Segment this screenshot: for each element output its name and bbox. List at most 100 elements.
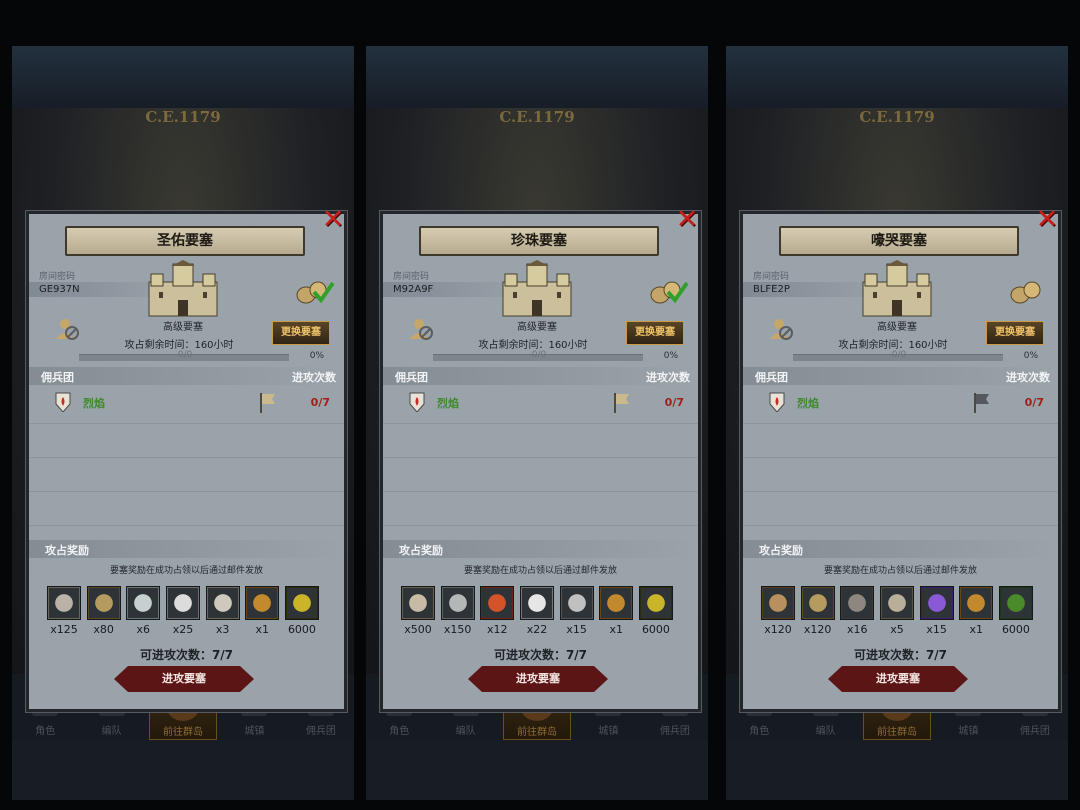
mercenary-attack-count: 0/7 bbox=[664, 396, 684, 409]
horn-icon bbox=[879, 586, 914, 620]
era-label: C.E.1179 bbox=[145, 108, 221, 126]
reward-item[interactable]: x1 bbox=[959, 586, 994, 636]
pearl-icon bbox=[519, 586, 554, 620]
reward-item[interactable]: x80 bbox=[86, 586, 121, 636]
reward-item[interactable]: x1 bbox=[245, 586, 280, 636]
reward-item[interactable]: x15 bbox=[559, 586, 594, 636]
reward-quantity: x500 bbox=[404, 623, 432, 636]
bottom-margin bbox=[726, 740, 1068, 800]
reward-item[interactable]: x25 bbox=[165, 586, 200, 636]
nav-label: 佣兵团 bbox=[1019, 726, 1050, 737]
loot-bags-icon bbox=[650, 281, 688, 304]
castle-icon bbox=[148, 260, 218, 317]
bottom-margin bbox=[366, 740, 708, 800]
reward-item[interactable]: 6000 bbox=[638, 586, 673, 636]
reward-item[interactable]: x12 bbox=[480, 586, 515, 636]
nav-label: 编队 bbox=[455, 726, 476, 737]
reward-quantity: x3 bbox=[215, 623, 230, 636]
no-occupant-icon bbox=[56, 319, 79, 340]
row-divider bbox=[743, 457, 1058, 458]
reward-quantity: x5 bbox=[890, 623, 904, 636]
attempts-remaining: 可进攻次数：7/7 bbox=[853, 648, 948, 662]
reward-quantity: 6000 bbox=[641, 623, 670, 636]
reward-item[interactable]: 6000 bbox=[284, 586, 319, 636]
progress-percent: 0% bbox=[309, 351, 324, 361]
time-remaining: 攻占剩余时间：160小时 bbox=[838, 340, 948, 351]
reward-note: 要塞奖励在成功占领以后通过邮件发放 bbox=[109, 566, 263, 576]
nav-label: 城镇 bbox=[958, 726, 979, 737]
attack-fortress-button[interactable]: 进攻要塞 bbox=[468, 666, 608, 692]
reward-label: 攻占奖励 bbox=[759, 544, 803, 557]
reward-item[interactable]: x16 bbox=[840, 586, 875, 636]
wings-icon bbox=[559, 586, 594, 620]
flame-shield-icon bbox=[769, 392, 785, 412]
purple-gem-icon bbox=[919, 586, 954, 620]
gold-coin-icon bbox=[959, 586, 994, 620]
change-fortress-button[interactable]: 更换要塞 bbox=[272, 321, 330, 345]
castle-icon bbox=[862, 260, 932, 317]
reward-item[interactable]: x15 bbox=[919, 586, 954, 636]
reward-item[interactable]: 6000 bbox=[998, 586, 1033, 636]
reward-item[interactable]: x500 bbox=[401, 586, 435, 636]
reward-item[interactable]: x125 bbox=[47, 586, 81, 636]
reward-label: 攻占奖励 bbox=[399, 544, 443, 557]
attacks-label: 进攻次数 bbox=[292, 371, 336, 384]
phone-screen: C.E.1179 角色 编队 前往群岛 城镇 佣兵团 ✕ 珍珠要塞 房间密码 M… bbox=[366, 46, 708, 800]
row-divider bbox=[29, 457, 344, 458]
row-divider bbox=[29, 491, 344, 492]
pearls-icon bbox=[165, 586, 200, 620]
mercenary-name: 烈焰 bbox=[83, 397, 105, 410]
reward-item[interactable]: x5 bbox=[879, 586, 914, 636]
progress-percent: 0% bbox=[663, 351, 678, 361]
flag-icon bbox=[260, 393, 275, 413]
nav-label: 城镇 bbox=[244, 726, 265, 737]
close-icon[interactable]: ✕ bbox=[320, 206, 346, 234]
no-occupant-icon bbox=[770, 319, 793, 340]
nav-label: 角色 bbox=[749, 726, 770, 737]
reward-item[interactable]: x120 bbox=[800, 586, 835, 636]
reward-quantity: x80 bbox=[93, 623, 114, 636]
shell-pile-icon bbox=[47, 586, 81, 620]
reward-list: x120 x120 x16 x5 x15 x1 6000 bbox=[761, 586, 1033, 636]
flame-shield-icon bbox=[55, 392, 71, 412]
nav-label: 编队 bbox=[815, 726, 836, 737]
roe-icon bbox=[480, 586, 515, 620]
attack-fortress-button[interactable]: 进攻要塞 bbox=[114, 666, 254, 692]
reward-quantity: x22 bbox=[526, 623, 548, 636]
reward-item[interactable]: x6 bbox=[126, 586, 161, 636]
close-icon[interactable]: ✕ bbox=[674, 206, 700, 234]
reward-item[interactable]: x150 bbox=[440, 586, 475, 636]
flame-shield-icon bbox=[409, 392, 425, 412]
reward-item[interactable]: x120 bbox=[761, 586, 795, 636]
ore-pile-icon bbox=[205, 586, 240, 620]
reward-item[interactable]: x1 bbox=[599, 586, 634, 636]
change-fortress-button[interactable]: 更换要塞 bbox=[986, 321, 1044, 345]
nav-label: 角色 bbox=[35, 726, 56, 737]
nav-label: 城镇 bbox=[598, 726, 619, 737]
mercenary-name: 烈焰 bbox=[437, 397, 459, 410]
reward-quantity: x150 bbox=[443, 623, 472, 636]
reward-quantity: x25 bbox=[172, 623, 194, 636]
nav-label: 佣兵团 bbox=[659, 726, 690, 737]
reward-item[interactable]: x22 bbox=[519, 586, 554, 636]
progress-count: 0/0 bbox=[177, 350, 193, 360]
goblet-icon bbox=[800, 586, 835, 620]
reward-item[interactable]: x3 bbox=[205, 586, 240, 636]
reward-quantity: x15 bbox=[926, 623, 947, 636]
fortress-title: 嚎哭要塞 bbox=[779, 226, 1019, 256]
flag-icon bbox=[974, 393, 989, 413]
sand-pile-icon bbox=[401, 586, 435, 620]
loot-bags-icon bbox=[296, 281, 334, 304]
mercenary-attack-count: 0/7 bbox=[310, 396, 330, 409]
attack-fortress-button[interactable]: 进攻要塞 bbox=[828, 666, 968, 692]
time-remaining: 攻占剩余时间：160小时 bbox=[478, 340, 588, 351]
mercenary-label: 佣兵团 bbox=[395, 371, 428, 384]
change-fortress-button[interactable]: 更换要塞 bbox=[626, 321, 684, 345]
fortress-type: 高级要塞 bbox=[877, 322, 917, 333]
time-remaining: 攻占剩余时间：160小时 bbox=[124, 340, 234, 351]
reward-quantity: x120 bbox=[764, 623, 792, 636]
reward-quantity: x6 bbox=[136, 623, 151, 636]
mercenary-name: 烈焰 bbox=[797, 397, 819, 410]
close-icon[interactable]: ✕ bbox=[1034, 206, 1060, 234]
room-code-label: 房间密码 bbox=[753, 272, 790, 282]
